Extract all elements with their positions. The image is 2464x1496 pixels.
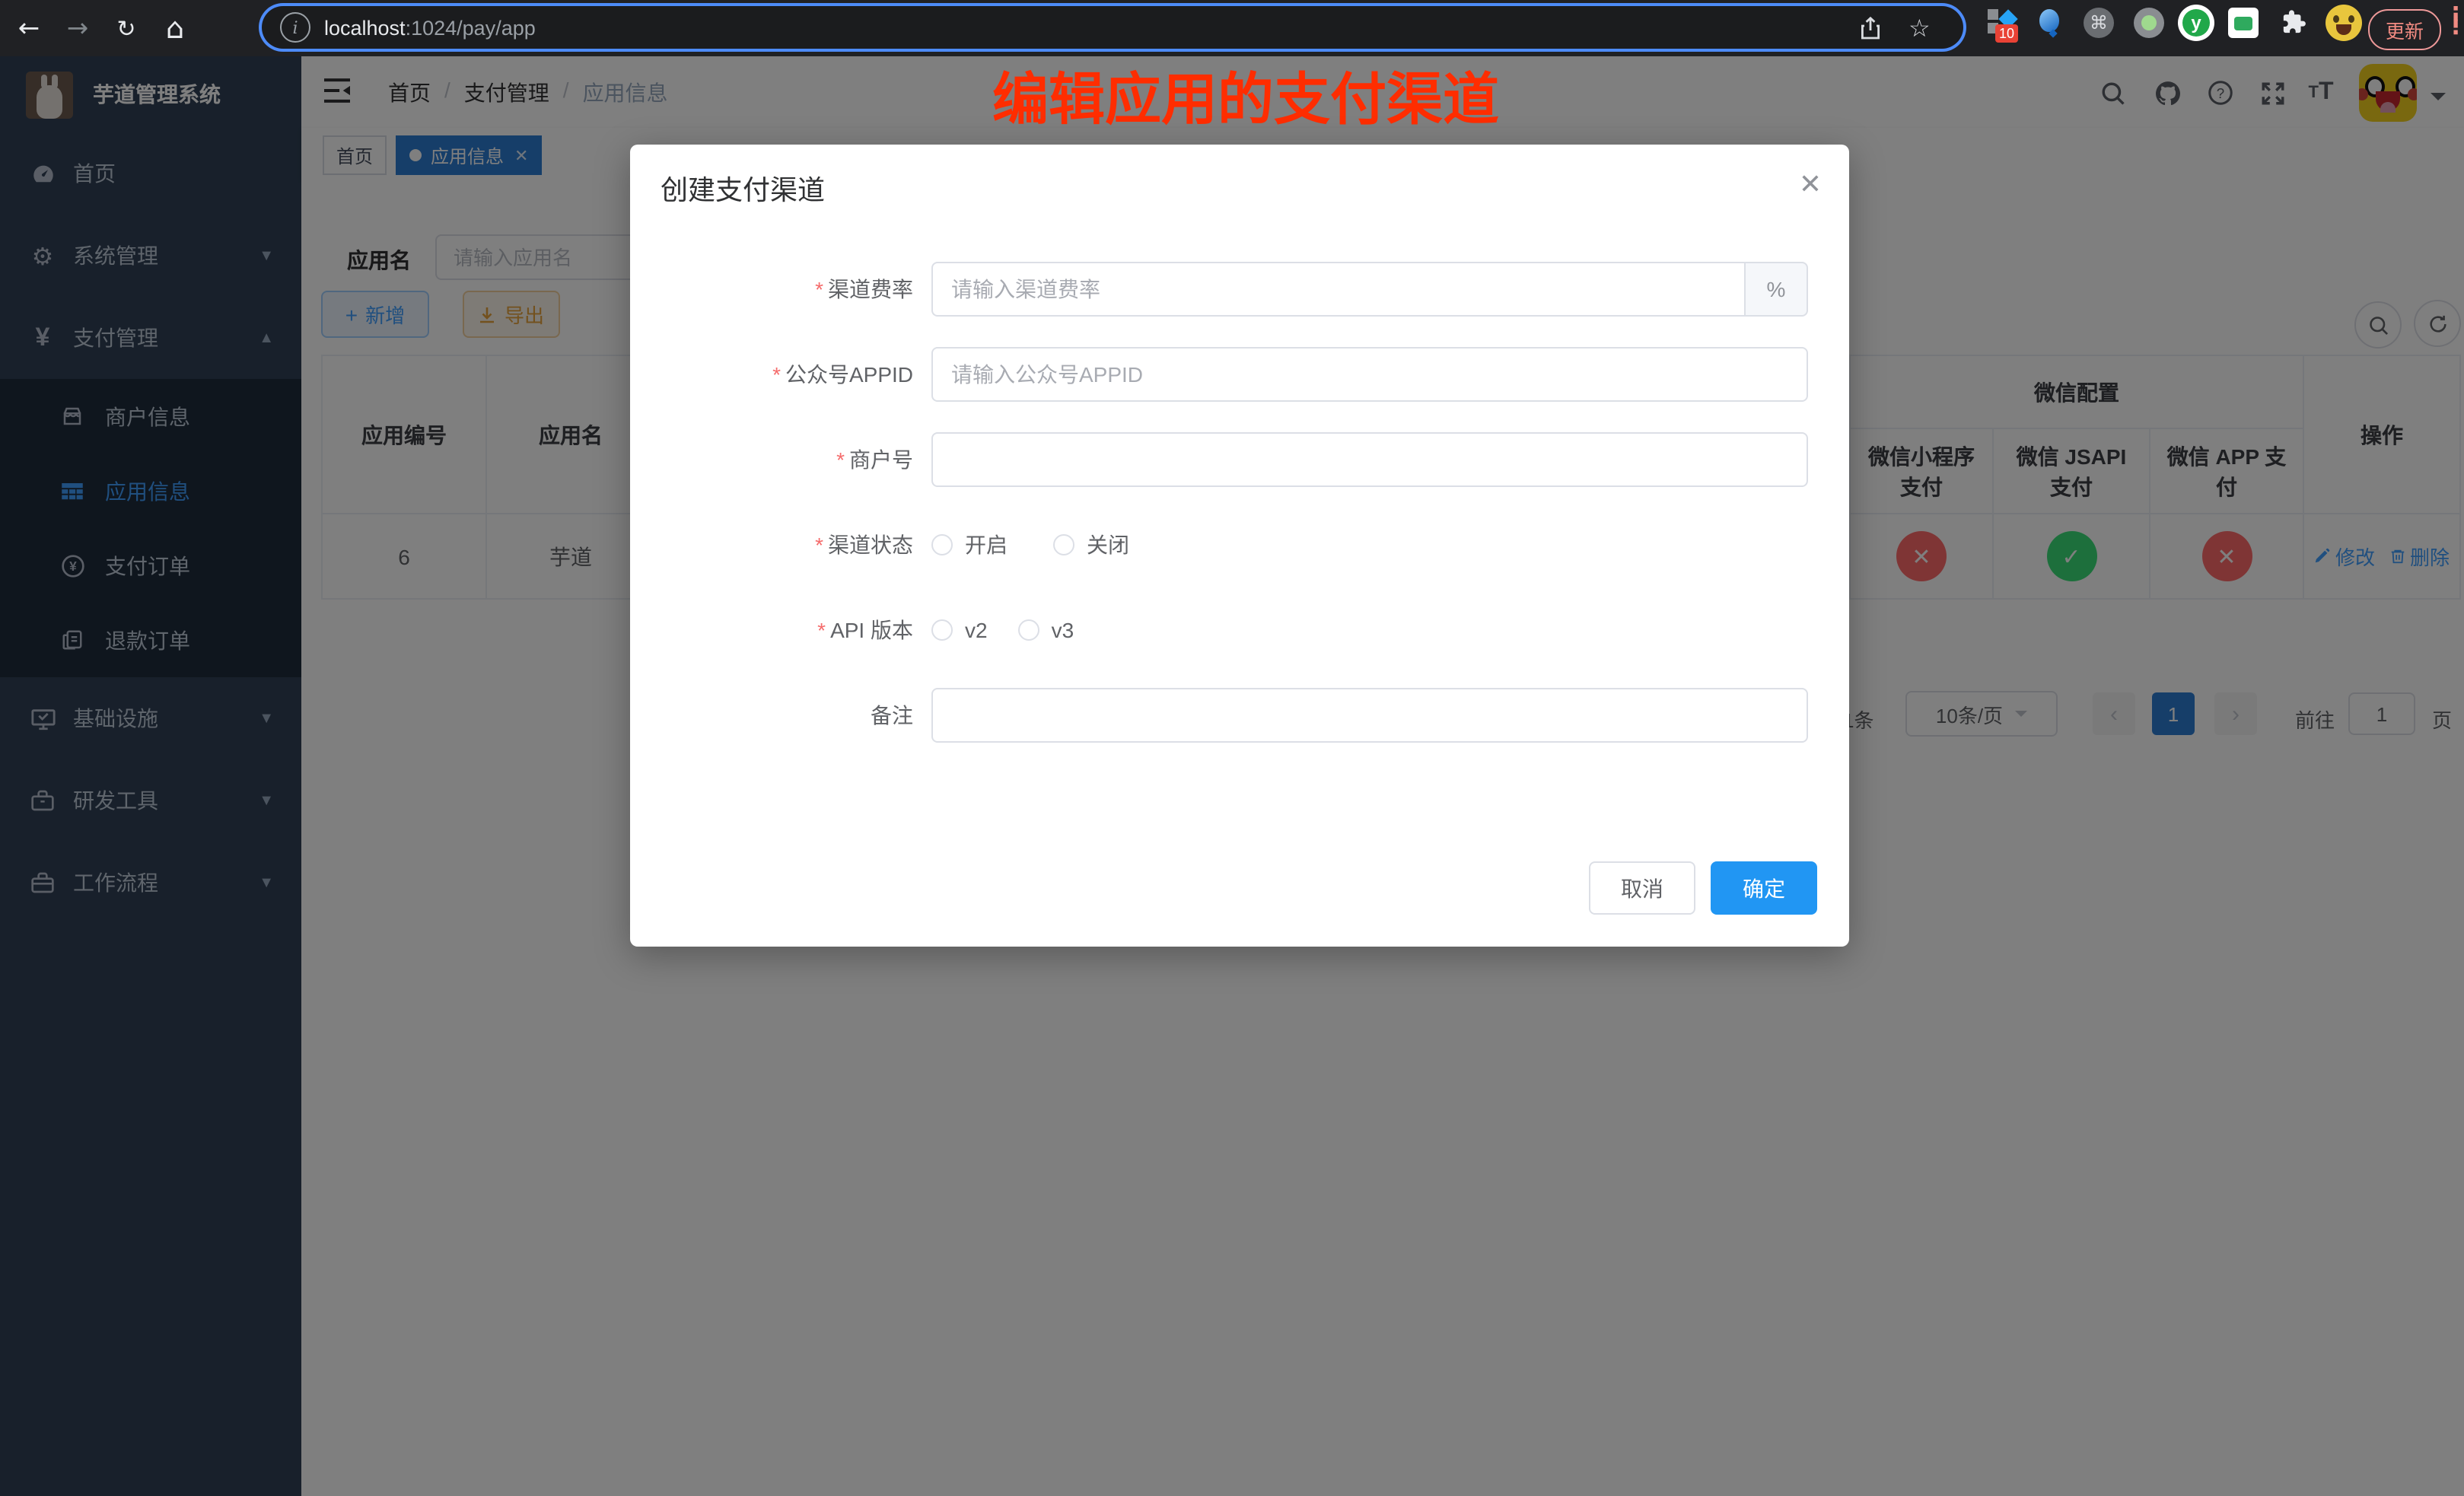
- form-row-status: *渠道状态 开启 关闭: [630, 517, 1849, 572]
- field-label-api: *API 版本: [630, 603, 913, 657]
- browser-chrome: ← → ↻ ⌂ i localhost:1024/pay/app ☆ 10 ⌘: [0, 0, 2464, 56]
- field-label-status: *渠道状态: [630, 517, 913, 572]
- remark-input[interactable]: [931, 688, 1808, 743]
- browser-update-button[interactable]: 更新: [2368, 9, 2441, 50]
- radio-circle-icon: [1018, 619, 1039, 641]
- status-close-radio[interactable]: 关闭: [1053, 517, 1129, 572]
- browser-back-icon[interactable]: ←: [9, 8, 49, 48]
- site-info-icon[interactable]: i: [280, 12, 310, 43]
- url-text[interactable]: localhost:1024/pay/app: [324, 16, 536, 39]
- merchant-input[interactable]: [931, 432, 1808, 487]
- extension-grid-icon[interactable]: 10: [1988, 9, 2015, 37]
- extension-command-icon[interactable]: ⌘: [2084, 8, 2114, 38]
- browser-forward-icon[interactable]: →: [58, 8, 97, 48]
- radio-circle-icon: [1053, 534, 1074, 555]
- screenshot-stage: ← → ↻ ⌂ i localhost:1024/pay/app ☆ 10 ⌘: [0, 0, 2464, 1496]
- profile-emoji-icon[interactable]: [2326, 5, 2362, 41]
- rate-input[interactable]: [931, 262, 1744, 317]
- field-label-rate: *渠道费率: [630, 262, 913, 317]
- form-row-merchant: *商户号: [630, 432, 1849, 487]
- extensions-puzzle-icon[interactable]: [2280, 8, 2309, 37]
- dialog-close-icon[interactable]: ✕: [1799, 169, 1822, 201]
- browser-menu-icon[interactable]: ⋮⋮: [2444, 11, 2453, 32]
- cancel-button[interactable]: 取消: [1589, 861, 1695, 915]
- form-row-remark: 备注: [630, 688, 1849, 743]
- confirm-button[interactable]: 确定: [1711, 861, 1817, 915]
- browser-reload-icon[interactable]: ↻: [107, 8, 146, 48]
- form-row-api: *API 版本 v2 v3: [630, 603, 1849, 657]
- extension-dot-icon[interactable]: [2134, 8, 2164, 38]
- extension-y-icon[interactable]: y: [2178, 5, 2214, 41]
- address-bar[interactable]: i localhost:1024/pay/app ☆: [262, 6, 1963, 49]
- dialog-title: 创建支付渠道: [661, 169, 825, 208]
- field-label-merchant: *商户号: [630, 432, 913, 487]
- radio-circle-icon: [931, 534, 953, 555]
- bookmark-star-icon[interactable]: ☆: [1908, 14, 1931, 43]
- extension-balloon-icon[interactable]: [2039, 9, 2059, 32]
- status-open-radio[interactable]: 开启: [931, 517, 1008, 572]
- form-row-appid: *公众号APPID: [630, 347, 1849, 402]
- percent-suffix: %: [1744, 262, 1808, 317]
- api-v3-radio[interactable]: v3: [1018, 603, 1074, 657]
- form-row-rate: *渠道费率 %: [630, 262, 1849, 317]
- extension-badge: 10: [1995, 24, 2018, 43]
- field-label-remark: 备注: [630, 688, 913, 743]
- share-icon[interactable]: [1860, 16, 1881, 39]
- radio-circle-icon: [931, 619, 953, 641]
- api-v2-radio[interactable]: v2: [931, 603, 988, 657]
- browser-home-icon[interactable]: ⌂: [155, 8, 195, 48]
- field-label-appid: *公众号APPID: [630, 347, 913, 402]
- appid-input[interactable]: [931, 347, 1808, 402]
- create-pay-channel-dialog: 创建支付渠道 ✕ *渠道费率 % *公众号APPID *商户号 *渠道状态 开启: [630, 145, 1849, 947]
- extension-chat-icon[interactable]: [2228, 8, 2259, 38]
- annotation-text: 编辑应用的支付渠道: [992, 70, 1499, 132]
